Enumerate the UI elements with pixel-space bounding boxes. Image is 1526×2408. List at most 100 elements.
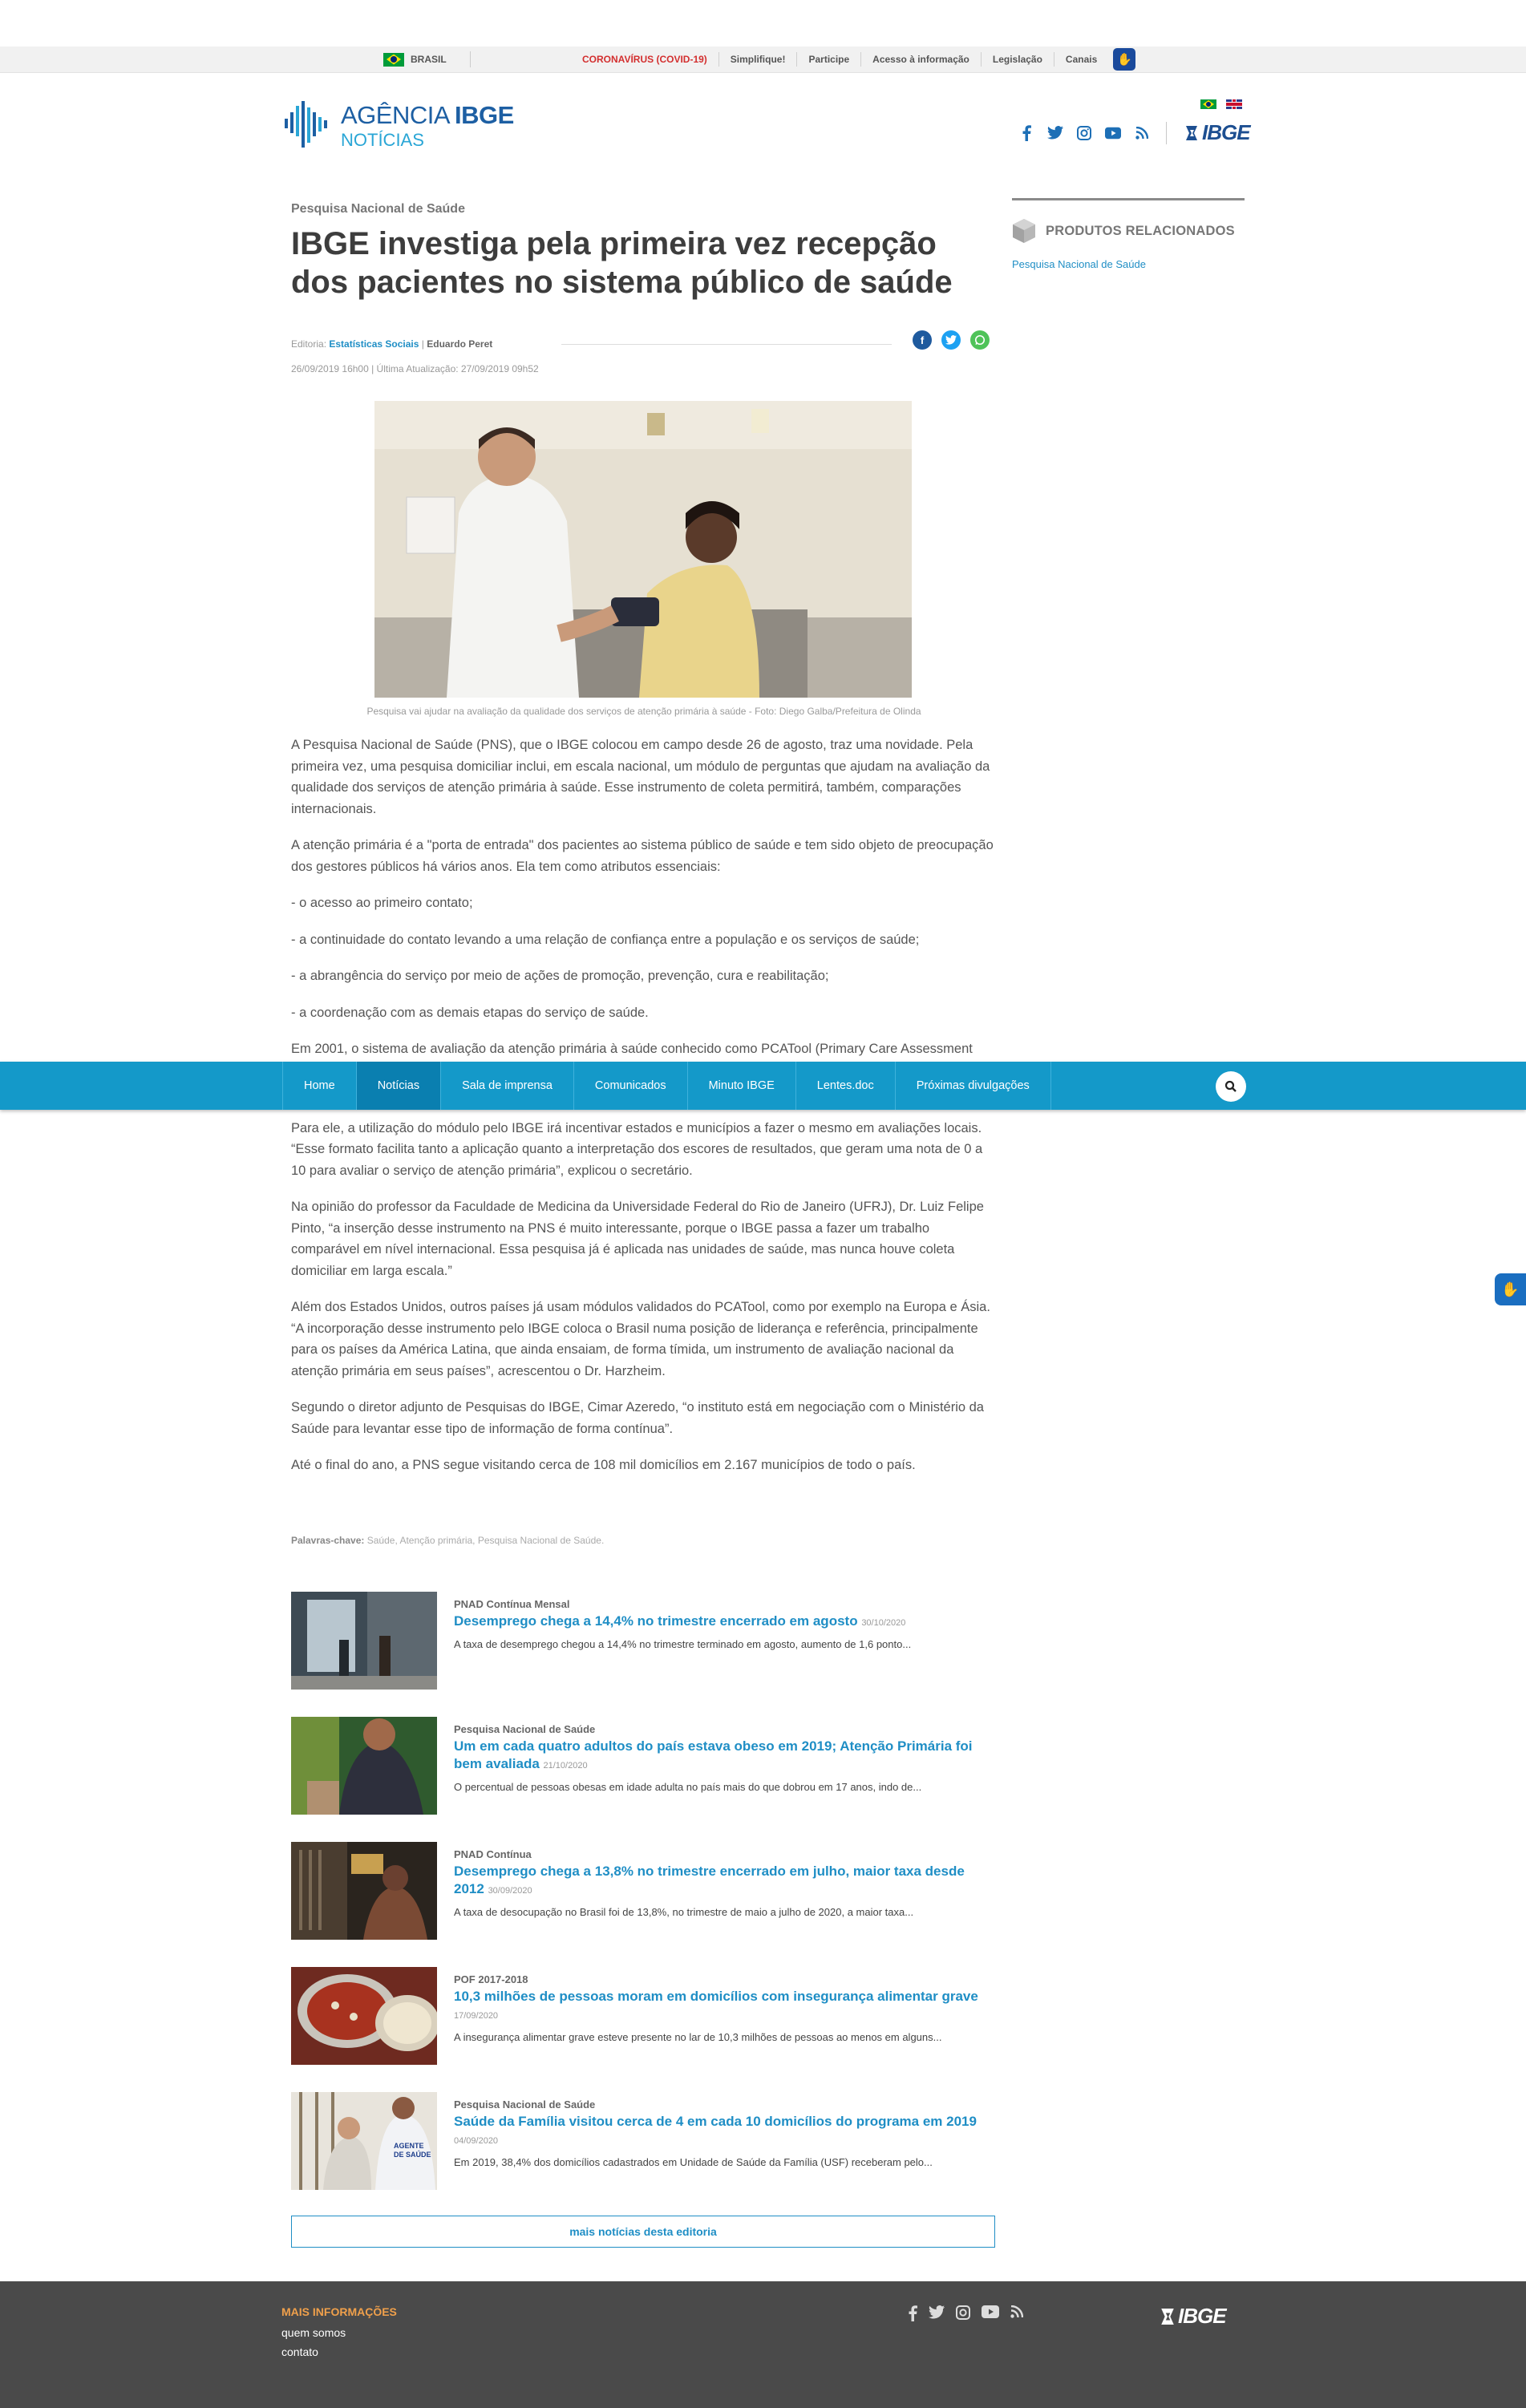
share-twitter-icon[interactable]	[941, 330, 961, 350]
brasil-link[interactable]: BRASIL	[383, 52, 447, 67]
search-button[interactable]	[1216, 1071, 1246, 1102]
ibge-logo[interactable]: IBGE	[1183, 120, 1251, 145]
related-news-item[interactable]: POF 2017-2018 10,3 milhões de pessoas mo…	[291, 1967, 997, 2065]
news-date: 17/09/2020	[454, 2011, 499, 2021]
news-title[interactable]: Desemprego chega a 14,4% no trimestre en…	[454, 1613, 983, 1632]
share-buttons: f	[913, 330, 990, 350]
footer-ibge-logo[interactable]: IBGE	[1157, 2304, 1227, 2329]
related-news-item[interactable]: AGENTE DE SAÚDE Pesquisa Nacional de Saúd…	[291, 2092, 997, 2190]
rss-icon[interactable]	[1134, 125, 1150, 141]
news-category: PNAD Contínua Mensal	[454, 1598, 570, 1610]
footer-twitter-icon[interactable]	[929, 2305, 945, 2319]
search-icon	[1224, 1080, 1237, 1092]
related-products-heading: PRODUTOS RELACIONADOS	[1012, 218, 1235, 244]
footer-rss-icon[interactable]	[1010, 2305, 1023, 2318]
byline-separator: |	[421, 338, 424, 350]
acesso-informacao-link[interactable]: Acesso à informação	[861, 52, 982, 67]
editoria-link[interactable]: Estatísticas Sociais	[329, 338, 419, 350]
news-summary: A taxa de desocupação no Brasil foi de 1…	[454, 1906, 914, 1918]
news-date: 30/09/2020	[488, 1886, 532, 1896]
keywords-list[interactable]: Saúde, Atenção primária, Pesquisa Nacion…	[367, 1535, 605, 1546]
english-flag-icon[interactable]	[1226, 99, 1242, 109]
footer-instagram-icon[interactable]	[956, 2305, 970, 2320]
news-title[interactable]: 10,3 milhões de pessoas moram em domicíl…	[454, 1988, 983, 2025]
instagram-icon[interactable]	[1076, 125, 1092, 141]
menu-item-home[interactable]: Home	[282, 1062, 356, 1110]
twitter-icon[interactable]	[1047, 125, 1063, 141]
logo-title: AGÊNCIA IBGE	[341, 101, 514, 129]
paragraph: - o acesso ao primeiro contato;	[291, 896, 473, 910]
menu-item-noticias[interactable]: Notícias	[355, 1062, 441, 1110]
portuguese-flag-icon[interactable]	[1200, 99, 1216, 109]
sign-language-icon[interactable]: ✋	[1113, 48, 1136, 71]
brasil-label: BRASIL	[411, 54, 447, 65]
paragraph: Segundo o diretor adjunto de Pesquisas d…	[291, 1400, 984, 1436]
brazil-flag-icon	[383, 52, 404, 67]
facebook-icon[interactable]	[1018, 124, 1034, 141]
footer-facebook-icon[interactable]	[908, 2305, 917, 2321]
paragraph: - a coordenação com as demais etapas do …	[291, 1005, 649, 1020]
news-summary: A taxa de desemprego chegou a 14,4% no t…	[454, 1638, 912, 1650]
menu-item-minuto-ibge[interactable]: Minuto IBGE	[686, 1062, 795, 1110]
agencia-ibge-logo[interactable]: AGÊNCIA IBGE NOTÍCIAS	[285, 98, 514, 151]
paragraph: - a abrangência do serviço por meio de a…	[291, 969, 829, 983]
share-facebook-icon[interactable]: f	[913, 330, 932, 350]
related-news-item[interactable]: Pesquisa Nacional de Saúde Um em cada qu…	[291, 1717, 997, 1815]
svg-text:DE SAÚDE: DE SAÚDE	[394, 2150, 431, 2159]
news-thumbnail[interactable]	[291, 1967, 437, 2065]
news-thumbnail[interactable]	[291, 1592, 437, 1690]
news-summary: Em 2019, 38,4% dos domicílios cadastrado…	[454, 2156, 933, 2168]
footer-heading: MAIS INFORMAÇÕES	[281, 2305, 397, 2318]
box-icon	[1013, 219, 1035, 243]
footer-social-links	[908, 2305, 1023, 2321]
paragraph: A atenção primária é a "porta de entrada…	[291, 838, 994, 874]
news-thumbnail[interactable]	[291, 1717, 437, 1815]
article-title: IBGE investiga pela primeira vez recepçã…	[291, 226, 953, 300]
menu-item-sala-de-imprensa[interactable]: Sala de imprensa	[440, 1062, 573, 1110]
editoria-label: Editoria:	[291, 338, 327, 350]
footer-youtube-icon[interactable]	[982, 2305, 999, 2318]
main-menu: Home Notícias Sala de imprensa Comunicad…	[282, 1062, 1051, 1110]
ibge-symbol-icon	[1161, 2308, 1174, 2325]
youtube-icon[interactable]	[1105, 125, 1121, 141]
article-category[interactable]: Pesquisa Nacional de Saúde	[291, 202, 465, 217]
news-thumbnail[interactable]	[291, 1842, 437, 1940]
publication-dates: 26/09/2019 16h00 | Última Atualização: 2…	[291, 363, 539, 374]
menu-item-proximas-divulgacoes[interactable]: Próximas divulgações	[894, 1062, 1051, 1110]
footer: MAIS INFORMAÇÕES quem somos contato IBGE	[0, 2281, 1526, 2408]
more-news-button[interactable]: mais notícias desta editoria	[291, 2216, 995, 2248]
share-whatsapp-icon[interactable]	[970, 330, 990, 350]
government-bar: BRASIL CORONAVÍRUS (COVID-19) Simplifiqu…	[0, 47, 1526, 73]
legislacao-link[interactable]: Legislação	[982, 52, 1054, 67]
paragraph: - a continuidade do contato levando a um…	[291, 932, 920, 947]
news-title[interactable]: Saúde da Família visitou cerca de 4 em c…	[454, 2113, 983, 2150]
photo-caption: Pesquisa vai ajudar na avaliação da qual…	[366, 706, 921, 717]
news-summary: O percentual de pessoas obesas em idade …	[454, 1781, 922, 1793]
contato-link[interactable]: contato	[281, 2345, 318, 2358]
sign-language-widget-icon[interactable]: ✋	[1495, 1273, 1526, 1305]
simplifique-link[interactable]: Simplifique!	[719, 52, 798, 67]
article-photo	[374, 401, 912, 698]
news-date: 21/10/2020	[543, 1761, 588, 1771]
news-title[interactable]: Um em cada quatro adultos do país estava…	[454, 1738, 983, 1775]
related-product-link[interactable]: Pesquisa Nacional de Saúde	[1012, 258, 1146, 270]
divider	[470, 51, 471, 67]
menu-item-lentes-doc[interactable]: Lentes.doc	[795, 1062, 895, 1110]
paragraph: Na opinião do professor da Faculdade de …	[291, 1200, 984, 1278]
logo-bars-icon	[285, 101, 327, 148]
divider	[1166, 121, 1167, 144]
participe-link[interactable]: Participe	[797, 52, 862, 67]
news-title[interactable]: Desemprego chega a 13,8% no trimestre en…	[454, 1863, 983, 1900]
related-news-item[interactable]: PNAD Contínua Mensal Desemprego chega a …	[291, 1592, 997, 1690]
quem-somos-link[interactable]: quem somos	[281, 2326, 346, 2339]
menu-item-comunicados[interactable]: Comunicados	[573, 1062, 687, 1110]
paragraph: Além dos Estados Unidos, outros países j…	[291, 1300, 990, 1378]
canais-link[interactable]: Canais	[1054, 52, 1108, 67]
language-switcher	[1200, 99, 1242, 109]
news-thumbnail[interactable]: AGENTE DE SAÚDE	[291, 2092, 437, 2190]
news-summary: A insegurança alimentar grave esteve pre…	[454, 2031, 942, 2043]
related-news-item[interactable]: PNAD Contínua Desemprego chega a 13,8% n…	[291, 1842, 997, 1940]
government-links: CORONAVÍRUS (COVID-19) Simplifique! Part…	[571, 47, 1136, 72]
article-body: A Pesquisa Nacional de Saúde (PNS), que …	[291, 735, 997, 1491]
covid-link[interactable]: CORONAVÍRUS (COVID-19)	[571, 52, 719, 67]
